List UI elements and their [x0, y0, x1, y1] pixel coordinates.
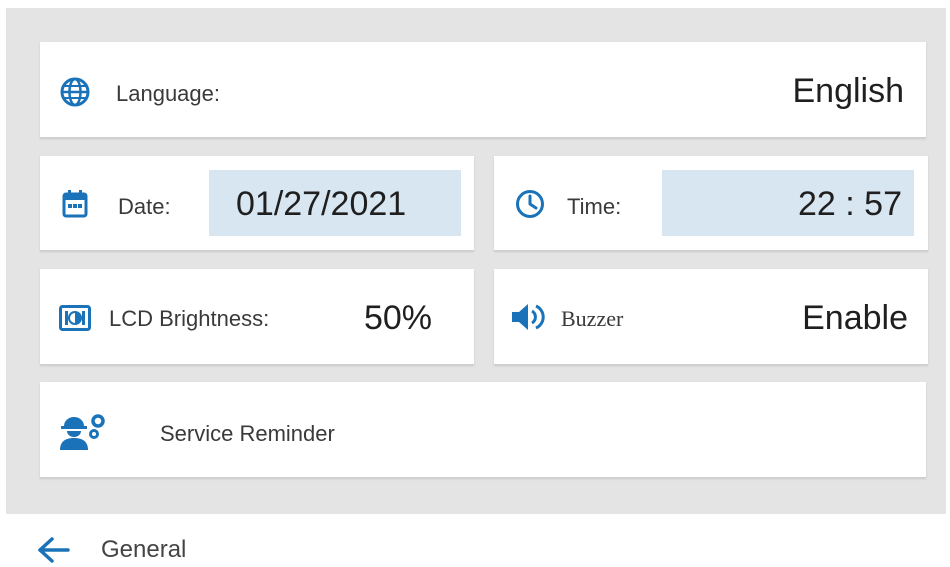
page-title: General — [101, 536, 187, 563]
buzzer-label: Buzzer — [561, 306, 624, 331]
language-value[interactable]: English — [792, 74, 904, 108]
date-row: Date: 01/27/2021 — [40, 156, 474, 251]
time-row: Time: 22 : 57 — [494, 156, 928, 251]
brightness-row[interactable]: LCD Brightness: 50% — [40, 269, 474, 365]
service-worker-icon — [60, 414, 105, 450]
calendar-icon — [62, 190, 88, 218]
brightness-label: LCD Brightness: — [109, 306, 270, 331]
clock-icon — [516, 190, 544, 218]
brightness-value[interactable]: 50% — [364, 301, 432, 335]
time-field[interactable]: 22 : 57 — [662, 170, 914, 236]
language-row[interactable]: Language: English — [40, 42, 926, 138]
time-value: 22 : 57 — [798, 185, 902, 223]
brightness-icon — [59, 305, 91, 331]
time-label: Time: — [567, 194, 622, 219]
globe-icon — [60, 77, 90, 107]
settings-panel: Language: English Date: 01/27/2021 Time:… — [6, 8, 946, 514]
buzzer-row[interactable]: Buzzer Enable — [494, 269, 928, 365]
service-reminder-row[interactable]: Service Reminder — [40, 382, 926, 478]
arrow-left-icon[interactable] — [36, 536, 70, 564]
speaker-icon — [512, 304, 545, 330]
date-field[interactable]: 01/27/2021 — [209, 170, 461, 236]
service-reminder-label: Service Reminder — [160, 421, 335, 446]
buzzer-value[interactable]: Enable — [802, 301, 908, 335]
date-value: 01/27/2021 — [236, 185, 407, 223]
language-label: Language: — [116, 81, 220, 106]
date-label: Date: — [118, 194, 171, 219]
